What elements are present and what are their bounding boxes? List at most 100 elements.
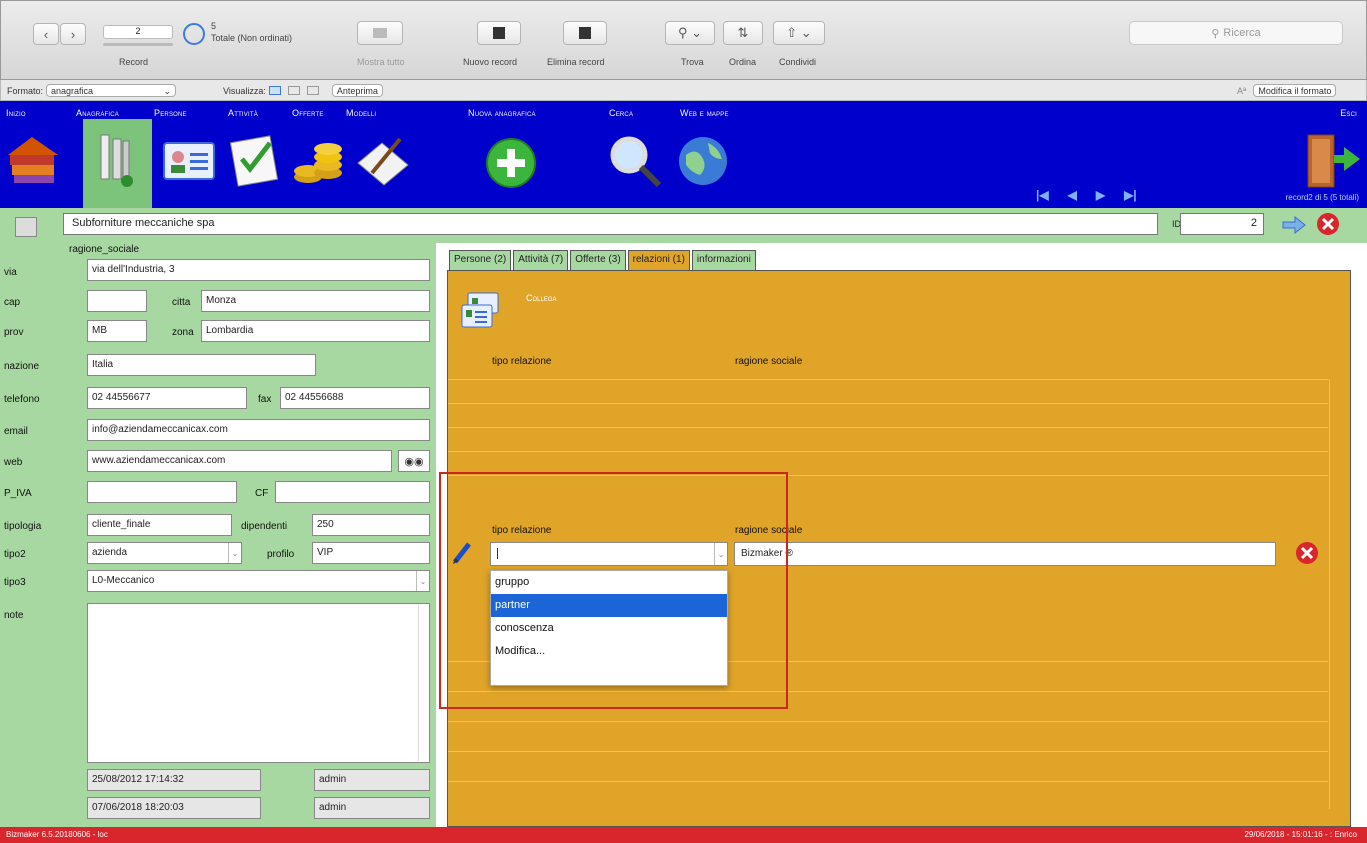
- nav-item-anagrafica[interactable]: Anagrafica: [76, 108, 119, 118]
- font-size-icon[interactable]: Aª: [1237, 86, 1246, 96]
- contact-card-icon[interactable]: [158, 129, 220, 191]
- modified-date-field: 07/06/2018 18:20:03: [87, 797, 261, 819]
- nav-item-nuova-anagrafica[interactable]: Nuova anagrafica: [468, 108, 536, 118]
- nav-item-persone[interactable]: Persone: [154, 108, 187, 118]
- id-field[interactable]: 2: [1180, 213, 1264, 235]
- dipendenti-field[interactable]: 250: [312, 514, 430, 536]
- share-button[interactable]: ⇧ ⌄: [773, 21, 825, 45]
- rolodex-icon[interactable]: [87, 129, 149, 191]
- share-label: Condividi: [779, 57, 817, 67]
- close-record-icon[interactable]: [1316, 212, 1340, 236]
- nav-item-cerca[interactable]: Cerca: [609, 108, 633, 118]
- tipo3-label: tipo3: [4, 577, 26, 588]
- form-view-icon[interactable]: [268, 86, 281, 95]
- record-number-input[interactable]: 2: [103, 25, 173, 39]
- nazione-label: nazione: [4, 361, 40, 372]
- prov-field[interactable]: MB: [87, 320, 147, 342]
- collega-button[interactable]: Collega: [526, 293, 557, 303]
- add-icon[interactable]: [480, 129, 542, 191]
- cf-field[interactable]: [275, 481, 430, 503]
- company-name-field[interactable]: Subforniture meccaniche spa: [63, 213, 1158, 235]
- via-field[interactable]: via dell'Industria, 3: [87, 259, 430, 281]
- piva-field[interactable]: [87, 481, 237, 503]
- zona-field[interactable]: Lombardia: [201, 320, 430, 342]
- delete-record-button[interactable]: [563, 21, 607, 45]
- piva-label: P_IVA: [4, 488, 32, 499]
- web-field[interactable]: www.aziendameccanicax.com: [87, 450, 392, 472]
- house-books-icon[interactable]: [4, 129, 66, 191]
- status-version: Bizmaker 6.5.20180606 - loc: [6, 830, 108, 839]
- nav-item-web-mappe[interactable]: Web e mappe: [680, 108, 729, 118]
- table-view-icon[interactable]: [306, 86, 319, 95]
- search-input[interactable]: ⚲ Ricerca: [1129, 21, 1343, 45]
- ragione-sociale-label: ragione_sociale: [69, 244, 140, 255]
- email-field[interactable]: info@aziendameccanicax.com: [87, 419, 430, 441]
- show-all-icon: [373, 28, 387, 38]
- profilo-field[interactable]: VIP: [312, 542, 430, 564]
- record-info: record2 di 5 (5 totali): [1285, 193, 1359, 202]
- list-row-divider: [448, 403, 1328, 404]
- open-web-button[interactable]: ◉◉: [398, 450, 430, 472]
- find-button[interactable]: ⚲ ⌄: [665, 21, 715, 45]
- preview-button[interactable]: Anteprima: [331, 84, 383, 97]
- tab-attivita[interactable]: Attività (7): [513, 250, 569, 271]
- tab-persone[interactable]: Persone (2): [449, 250, 512, 271]
- tipologia-field[interactable]: cliente_finale: [87, 514, 232, 536]
- first-record-icon[interactable]: |◀: [1036, 188, 1049, 202]
- citta-field[interactable]: Monza: [201, 290, 430, 312]
- cap-field[interactable]: [87, 290, 147, 312]
- list-row-divider: [448, 379, 1328, 380]
- exit-door-icon[interactable]: [1300, 129, 1362, 191]
- col-header-ragione: ragione sociale: [735, 356, 803, 367]
- find-icon: ⚲ ⌄: [677, 25, 703, 40]
- tipo3-select[interactable]: L0-Meccanico ⌄: [87, 570, 430, 592]
- cap-label: cap: [4, 297, 21, 308]
- show-all-button[interactable]: [357, 21, 403, 45]
- tipo2-select[interactable]: azienda ⌄: [87, 542, 242, 564]
- back-button[interactable]: ‹: [33, 23, 59, 45]
- created-date-field: 25/08/2012 17:14:32: [87, 769, 261, 791]
- search-icon: ⚲: [1211, 27, 1220, 40]
- list-row-divider: [448, 721, 1328, 722]
- view-label: Visualizza:: [223, 85, 266, 96]
- nav-item-inizio[interactable]: Inizio: [6, 108, 26, 118]
- sort-button[interactable]: ⇅: [723, 21, 763, 45]
- tab-relazioni[interactable]: relazioni (1): [627, 250, 690, 271]
- tab-offerte[interactable]: Offerte (3): [570, 250, 626, 271]
- delete-record-icon: [579, 27, 591, 39]
- coins-icon[interactable]: [288, 129, 350, 191]
- delete-relation-icon[interactable]: [1295, 541, 1319, 565]
- new-record-button[interactable]: [477, 21, 521, 45]
- arrow-right-icon[interactable]: [1281, 215, 1307, 235]
- ragione-sociale-field[interactable]: Bizmaker ®: [734, 542, 1276, 566]
- email-label: email: [4, 426, 28, 437]
- record-slider[interactable]: [103, 43, 173, 46]
- nazione-field[interactable]: Italia: [87, 354, 316, 376]
- tab-informazioni[interactable]: informazioni: [691, 250, 756, 271]
- checklist-icon[interactable]: [224, 129, 286, 191]
- last-record-icon[interactable]: ▶|: [1124, 188, 1137, 202]
- list-scrollbar[interactable]: [1329, 379, 1339, 809]
- nav-item-offerte[interactable]: Offerte: [292, 108, 324, 118]
- fax-field[interactable]: 02 44556688: [280, 387, 430, 409]
- nav-item-attivita[interactable]: Attività: [228, 108, 258, 118]
- telefono-field[interactable]: 02 44556677: [87, 387, 247, 409]
- edit-format-button[interactable]: Modifica il formato: [1253, 84, 1337, 97]
- next-record-icon[interactable]: ▶: [1096, 188, 1105, 202]
- find-label: Trova: [681, 57, 704, 67]
- previous-record-icon[interactable]: ◀: [1068, 188, 1077, 202]
- magnifier-icon[interactable]: [605, 129, 667, 191]
- format-select[interactable]: anagrafica ⌄: [46, 84, 177, 97]
- pencil-paper-icon[interactable]: [352, 129, 414, 191]
- link-contacts-icon[interactable]: [460, 291, 502, 331]
- record-checkbox[interactable]: [15, 217, 37, 237]
- nav-item-modelli[interactable]: Modelli: [346, 108, 376, 118]
- note-label: note: [4, 610, 24, 621]
- forward-button[interactable]: ›: [60, 23, 86, 45]
- globe-icon[interactable]: [672, 129, 734, 191]
- nav-item-esci[interactable]: Esci: [1340, 108, 1357, 118]
- note-textarea[interactable]: [87, 603, 430, 763]
- note-scrollbar[interactable]: [418, 605, 428, 761]
- list-view-icon[interactable]: [287, 86, 300, 95]
- window-toolbar: ‹ › 2 Record 5 Totale (Non ordinati) Mos…: [0, 0, 1367, 80]
